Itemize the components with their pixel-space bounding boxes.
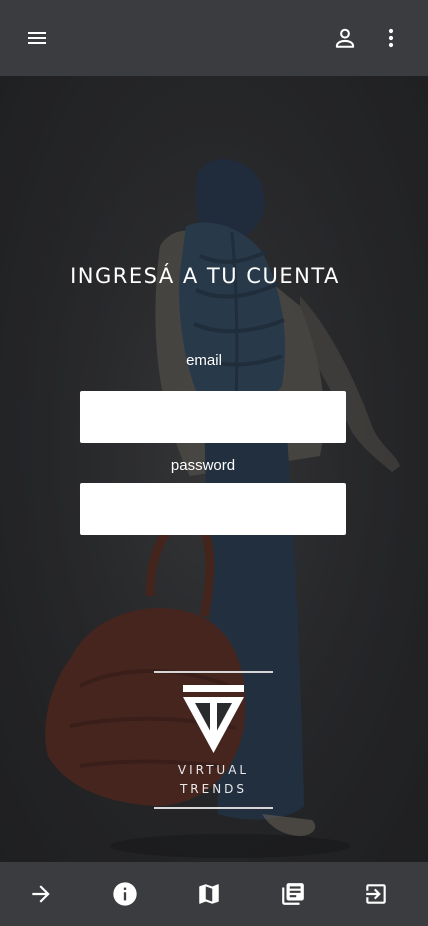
menu-icon — [28, 32, 46, 44]
bottom-nav-bar — [0, 862, 428, 926]
exit-to-app-icon — [366, 884, 386, 904]
map-icon — [199, 884, 219, 904]
library-books-icon — [282, 883, 304, 905]
person-outline-icon — [335, 28, 355, 48]
nav-forward-button[interactable] — [21, 874, 61, 914]
logo-text-line1: VIRTUAL — [177, 763, 250, 777]
more-vert-icon — [388, 28, 394, 48]
nav-map-button[interactable] — [189, 874, 229, 914]
nav-info-button[interactable] — [105, 874, 145, 914]
info-icon — [113, 882, 137, 906]
page-title: INGRESÁ A TU CUENTA — [70, 264, 340, 288]
more-options-button[interactable] — [371, 18, 411, 58]
logo-top-rule — [154, 671, 273, 673]
password-label: password — [170, 457, 236, 474]
email-field[interactable] — [80, 391, 346, 443]
login-screen: INGRESÁ A TU CUENTA email password VIRTU… — [0, 0, 428, 926]
nav-catalog-button[interactable] — [273, 874, 313, 914]
password-field[interactable] — [80, 483, 346, 535]
email-label: email — [186, 352, 222, 369]
logo-bottom-rule — [154, 807, 273, 809]
nav-exit-button[interactable] — [356, 874, 396, 914]
vt-monogram-icon — [183, 685, 244, 753]
top-app-bar — [0, 0, 428, 76]
logo-text-line2: TRENDS — [179, 782, 248, 796]
virtual-trends-logo: VIRTUAL TRENDS — [154, 671, 273, 810]
menu-button[interactable] — [17, 18, 57, 58]
arrow-forward-icon — [32, 885, 50, 903]
account-button[interactable] — [325, 18, 365, 58]
